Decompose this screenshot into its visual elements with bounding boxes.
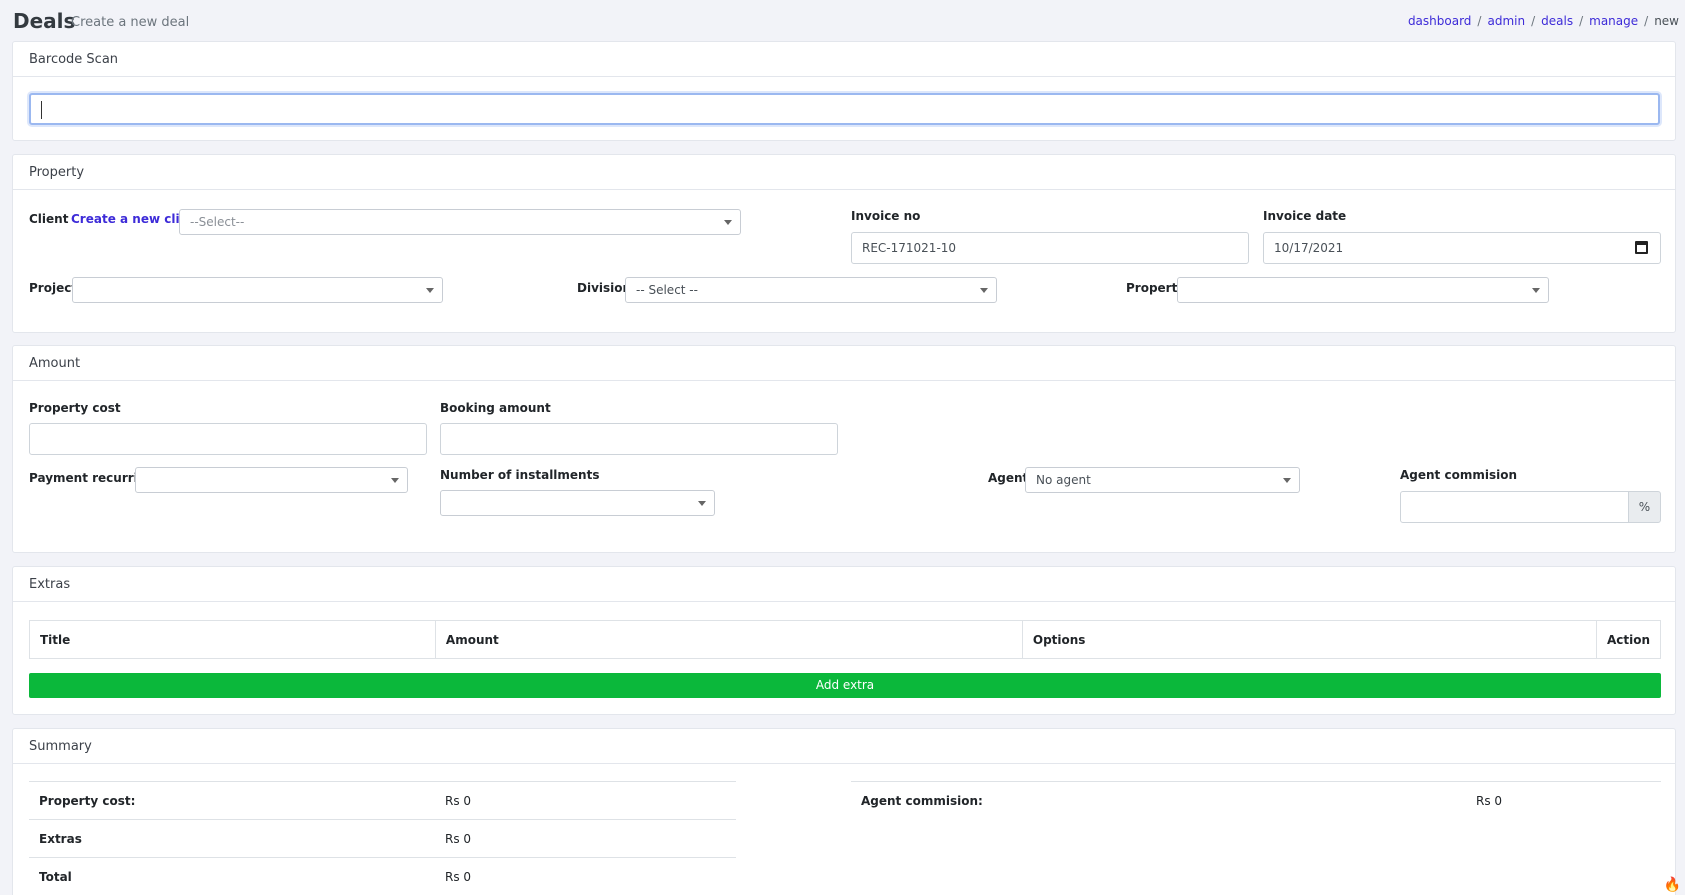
amount-card: Amount Property cost Booking amount Paym… <box>12 345 1676 553</box>
agent-commission-field[interactable] <box>1400 491 1629 523</box>
column-amount: Amount <box>434 620 1023 659</box>
summary-row: Extras Rs 0 <box>29 819 736 857</box>
agent-commission-summary-value: Rs 0 <box>1476 794 1503 808</box>
summary-agent-row: Agent commision: Rs 0 <box>851 781 1661 819</box>
extras-card-title: Extras <box>13 567 1675 602</box>
column-action: Action <box>1595 620 1662 659</box>
summary-row-value: Rs 0 <box>445 794 472 808</box>
extras-card: Extras Title Amount Options Action Add e… <box>12 566 1676 715</box>
breadcrumb-separator: / <box>1531 14 1536 28</box>
project-select[interactable] <box>72 277 443 303</box>
chevron-down-icon <box>724 220 732 225</box>
agent-commission-label: Agent commision <box>1400 468 1517 482</box>
project-label: Project <box>29 281 78 295</box>
text-cursor <box>41 101 42 119</box>
barcode-card-title: Barcode Scan <box>13 42 1675 77</box>
breadcrumb-manage[interactable]: manage <box>1589 14 1638 28</box>
division-select[interactable]: -- Select -- <box>625 277 997 303</box>
column-options: Options <box>1021 620 1597 659</box>
invoice-date-field[interactable]: 10/17/2021 <box>1263 232 1661 264</box>
calendar-icon[interactable] <box>1635 241 1648 254</box>
summary-row-label: Property cost: <box>39 794 136 808</box>
amount-card-title: Amount <box>13 346 1675 381</box>
installments-label: Number of installments <box>440 468 600 482</box>
summary-row-label: Total <box>39 870 72 884</box>
chevron-down-icon <box>1283 478 1291 483</box>
client-label: Client <box>29 212 69 226</box>
breadcrumb-deals[interactable]: deals <box>1541 14 1573 28</box>
division-label: Division <box>577 281 632 295</box>
extras-table: Title Amount Options Action <box>29 620 1662 659</box>
extras-table-header: Title Amount Options Action <box>29 620 1662 659</box>
barcode-input[interactable] <box>29 93 1660 125</box>
chevron-down-icon <box>426 288 434 293</box>
summary-card-title: Summary <box>13 729 1675 764</box>
agent-commission-summary-label: Agent commision: <box>861 794 983 808</box>
barcode-card: Barcode Scan <box>12 41 1676 141</box>
client-select-value: --Select-- <box>190 215 245 229</box>
chevron-down-icon <box>391 478 399 483</box>
breadcrumb-separator: / <box>1644 14 1649 28</box>
summary-row: Total Rs 0 <box>29 857 736 895</box>
property-cost-label: Property cost <box>29 401 121 415</box>
add-extra-button[interactable]: Add extra <box>29 673 1661 698</box>
breadcrumb-current: new <box>1654 14 1679 28</box>
chevron-down-icon <box>698 501 706 506</box>
property-card: Property Client Create a new client --Se… <box>12 154 1676 333</box>
agent-select-value: No agent <box>1036 473 1091 487</box>
summary-row: Property cost: Rs 0 <box>29 781 736 819</box>
column-title: Title <box>29 620 436 659</box>
property-select[interactable] <box>1177 277 1549 303</box>
percent-addon: % <box>1628 491 1661 523</box>
invoice-no-label: Invoice no <box>851 209 921 223</box>
summary-row-value: Rs 0 <box>445 870 472 884</box>
chevron-down-icon <box>980 288 988 293</box>
page-header: Deals Create a new deal dashboard / admi… <box>0 0 1685 40</box>
invoice-date-value: 10/17/2021 <box>1274 241 1344 255</box>
page-subtitle: Create a new deal <box>71 15 190 30</box>
payment-recurring-select[interactable] <box>135 467 408 493</box>
summary-row-label: Extras <box>39 832 82 846</box>
agent-select[interactable]: No agent <box>1025 467 1300 493</box>
breadcrumb-separator: / <box>1579 14 1584 28</box>
summary-card: Summary Property cost: Rs 0 Extras Rs 0 … <box>12 728 1676 895</box>
division-select-value: -- Select -- <box>636 283 698 297</box>
client-select[interactable]: --Select-- <box>179 209 741 235</box>
installments-select[interactable] <box>440 490 715 516</box>
breadcrumb-admin[interactable]: admin <box>1487 14 1525 28</box>
property-cost-field[interactable] <box>29 423 427 455</box>
invoice-no-field[interactable]: REC-171021-10 <box>851 232 1249 264</box>
breadcrumb-dashboard[interactable]: dashboard <box>1408 14 1471 28</box>
page-title: Deals <box>13 9 76 33</box>
agent-label: Agent <box>988 471 1029 485</box>
booking-amount-label: Booking amount <box>440 401 551 415</box>
breadcrumb-separator: / <box>1477 14 1482 28</box>
booking-amount-field[interactable] <box>440 423 838 455</box>
chevron-down-icon <box>1532 288 1540 293</box>
breadcrumb: dashboard / admin / deals / manage / new <box>1408 14 1679 28</box>
flame-icon: 🔥 <box>1663 877 1681 893</box>
summary-row-value: Rs 0 <box>445 832 472 846</box>
invoice-date-label: Invoice date <box>1263 209 1347 223</box>
property-card-title: Property <box>13 155 1675 190</box>
